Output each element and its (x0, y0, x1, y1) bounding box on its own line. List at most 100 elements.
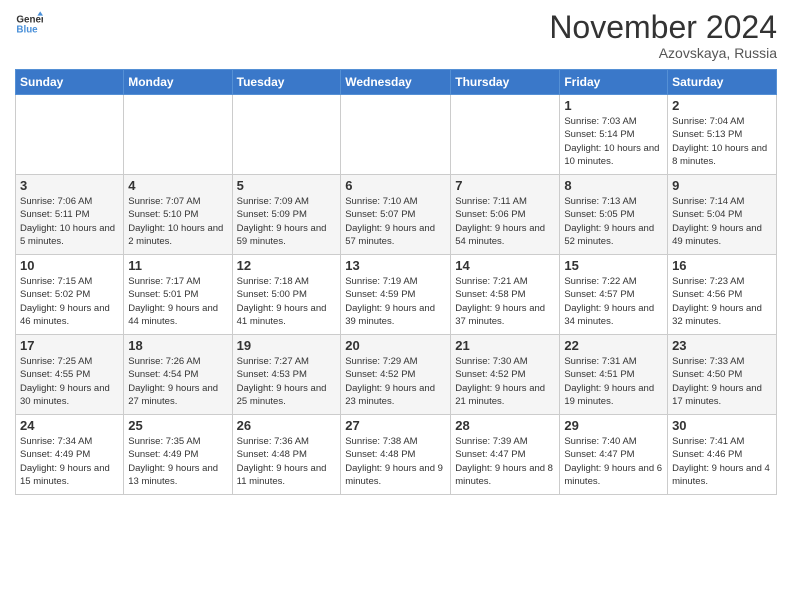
day-cell: 24 Sunrise: 7:34 AM Sunset: 4:49 PM Dayli… (16, 415, 124, 495)
week-row-3: 17 Sunrise: 7:25 AM Sunset: 4:55 PM Dayli… (16, 335, 777, 415)
day-cell: 20Sunrise: 7:29 AM Sunset: 4:52 PM Dayli… (341, 335, 451, 415)
day-number: 12 (237, 258, 337, 273)
day-cell (451, 95, 560, 175)
day-cell: 11Sunrise: 7:17 AM Sunset: 5:01 PM Dayli… (124, 255, 232, 335)
day-cell: 2 Sunrise: 7:04 AM Sunset: 5:13 PM Daylig… (668, 95, 777, 175)
day-cell: 26 Sunrise: 7:36 AM Sunset: 4:48 PM Dayli… (232, 415, 341, 495)
day-cell: 8 Sunrise: 7:13 AM Sunset: 5:05 PM Daylig… (560, 175, 668, 255)
day-cell: 6 Sunrise: 7:10 AM Sunset: 5:07 PM Daylig… (341, 175, 451, 255)
day-info: Sunrise: 7:35 AM Sunset: 4:49 PM Dayligh… (128, 435, 227, 488)
day-cell: 4 Sunrise: 7:07 AM Sunset: 5:10 PM Daylig… (124, 175, 232, 255)
day-cell: 21 Sunrise: 7:30 AM Sunset: 4:52 PM Dayli… (451, 335, 560, 415)
day-number: 21 (455, 338, 555, 353)
day-info: Sunrise: 7:07 AM Sunset: 5:10 PM Dayligh… (128, 195, 227, 248)
day-info: Sunrise: 7:14 AM Sunset: 5:04 PM Dayligh… (672, 195, 772, 248)
day-number: 26 (237, 418, 337, 433)
day-info: Sunrise: 7:13 AM Sunset: 5:05 PM Dayligh… (564, 195, 663, 248)
day-cell: 19 Sunrise: 7:27 AM Sunset: 4:53 PM Dayli… (232, 335, 341, 415)
svg-text:Blue: Blue (16, 24, 38, 35)
day-number: 16 (672, 258, 772, 273)
title-area: November 2024 Azovskaya, Russia (549, 10, 777, 61)
day-cell (16, 95, 124, 175)
day-info: Sunrise: 7:23 AM Sunset: 4:56 PM Dayligh… (672, 275, 772, 328)
day-info: Sunrise: 7:26 AM Sunset: 4:54 PM Dayligh… (128, 355, 227, 408)
day-number: 8 (564, 178, 663, 193)
day-cell: 16 Sunrise: 7:23 AM Sunset: 4:56 PM Dayli… (668, 255, 777, 335)
day-number: 7 (455, 178, 555, 193)
day-number: 2 (672, 98, 772, 113)
day-number: 18 (128, 338, 227, 353)
day-number: 14 (455, 258, 555, 273)
day-info: Sunrise: 7:10 AM Sunset: 5:07 PM Dayligh… (345, 195, 446, 248)
day-info: Sunrise: 7:03 AM Sunset: 5:14 PM Dayligh… (564, 115, 663, 168)
day-number: 3 (20, 178, 119, 193)
day-cell: 12 Sunrise: 7:18 AM Sunset: 5:00 PM Dayli… (232, 255, 341, 335)
day-number: 23 (672, 338, 772, 353)
week-row-4: 24 Sunrise: 7:34 AM Sunset: 4:49 PM Dayli… (16, 415, 777, 495)
col-thursday: Thursday (451, 70, 560, 95)
day-info: Sunrise: 7:38 AM Sunset: 4:48 PM Dayligh… (345, 435, 446, 488)
day-cell: 28 Sunrise: 7:39 AM Sunset: 4:47 PM Dayli… (451, 415, 560, 495)
day-info: Sunrise: 7:40 AM Sunset: 4:47 PM Dayligh… (564, 435, 663, 488)
day-info: Sunrise: 7:27 AM Sunset: 4:53 PM Dayligh… (237, 355, 337, 408)
day-info: Sunrise: 7:30 AM Sunset: 4:52 PM Dayligh… (455, 355, 555, 408)
day-info: Sunrise: 7:33 AM Sunset: 4:50 PM Dayligh… (672, 355, 772, 408)
col-monday: Monday (124, 70, 232, 95)
day-number: 24 (20, 418, 119, 433)
day-number: 28 (455, 418, 555, 433)
day-cell: 9 Sunrise: 7:14 AM Sunset: 5:04 PM Daylig… (668, 175, 777, 255)
day-cell: 23 Sunrise: 7:33 AM Sunset: 4:50 PM Dayli… (668, 335, 777, 415)
day-number: 4 (128, 178, 227, 193)
day-number: 30 (672, 418, 772, 433)
day-number: 19 (237, 338, 337, 353)
day-cell: 13Sunrise: 7:19 AM Sunset: 4:59 PM Dayli… (341, 255, 451, 335)
day-number: 9 (672, 178, 772, 193)
day-number: 29 (564, 418, 663, 433)
day-info: Sunrise: 7:15 AM Sunset: 5:02 PM Dayligh… (20, 275, 119, 328)
day-info: Sunrise: 7:04 AM Sunset: 5:13 PM Dayligh… (672, 115, 772, 168)
calendar-body: 1Sunrise: 7:03 AM Sunset: 5:14 PM Daylig… (16, 95, 777, 495)
day-cell: 27Sunrise: 7:38 AM Sunset: 4:48 PM Dayli… (341, 415, 451, 495)
col-saturday: Saturday (668, 70, 777, 95)
day-cell: 3 Sunrise: 7:06 AM Sunset: 5:11 PM Daylig… (16, 175, 124, 255)
day-number: 20 (345, 338, 446, 353)
day-number: 17 (20, 338, 119, 353)
day-cell: 15Sunrise: 7:22 AM Sunset: 4:57 PM Dayli… (560, 255, 668, 335)
page-container: General Blue November 2024 Azovskaya, Ru… (0, 0, 792, 500)
day-cell: 18 Sunrise: 7:26 AM Sunset: 4:54 PM Dayli… (124, 335, 232, 415)
day-info: Sunrise: 7:11 AM Sunset: 5:06 PM Dayligh… (455, 195, 555, 248)
day-number: 22 (564, 338, 663, 353)
day-info: Sunrise: 7:22 AM Sunset: 4:57 PM Dayligh… (564, 275, 663, 328)
col-tuesday: Tuesday (232, 70, 341, 95)
day-info: Sunrise: 7:19 AM Sunset: 4:59 PM Dayligh… (345, 275, 446, 328)
calendar-table: Sunday Monday Tuesday Wednesday Thursday… (15, 69, 777, 495)
day-cell (124, 95, 232, 175)
day-cell (341, 95, 451, 175)
day-info: Sunrise: 7:34 AM Sunset: 4:49 PM Dayligh… (20, 435, 119, 488)
day-info: Sunrise: 7:25 AM Sunset: 4:55 PM Dayligh… (20, 355, 119, 408)
day-number: 5 (237, 178, 337, 193)
day-cell: 7 Sunrise: 7:11 AM Sunset: 5:06 PM Daylig… (451, 175, 560, 255)
day-cell: 17 Sunrise: 7:25 AM Sunset: 4:55 PM Dayli… (16, 335, 124, 415)
day-info: Sunrise: 7:09 AM Sunset: 5:09 PM Dayligh… (237, 195, 337, 248)
day-cell: 22Sunrise: 7:31 AM Sunset: 4:51 PM Dayli… (560, 335, 668, 415)
day-info: Sunrise: 7:39 AM Sunset: 4:47 PM Dayligh… (455, 435, 555, 488)
header: General Blue November 2024 Azovskaya, Ru… (15, 10, 777, 61)
day-info: Sunrise: 7:18 AM Sunset: 5:00 PM Dayligh… (237, 275, 337, 328)
day-cell (232, 95, 341, 175)
day-info: Sunrise: 7:36 AM Sunset: 4:48 PM Dayligh… (237, 435, 337, 488)
day-info: Sunrise: 7:41 AM Sunset: 4:46 PM Dayligh… (672, 435, 772, 488)
logo-icon: General Blue (15, 10, 43, 38)
day-cell: 14 Sunrise: 7:21 AM Sunset: 4:58 PM Dayli… (451, 255, 560, 335)
col-wednesday: Wednesday (341, 70, 451, 95)
location: Azovskaya, Russia (549, 45, 777, 61)
day-number: 6 (345, 178, 446, 193)
day-cell: 1Sunrise: 7:03 AM Sunset: 5:14 PM Daylig… (560, 95, 668, 175)
day-cell: 5 Sunrise: 7:09 AM Sunset: 5:09 PM Daylig… (232, 175, 341, 255)
day-number: 10 (20, 258, 119, 273)
col-sunday: Sunday (16, 70, 124, 95)
day-info: Sunrise: 7:21 AM Sunset: 4:58 PM Dayligh… (455, 275, 555, 328)
week-row-1: 3 Sunrise: 7:06 AM Sunset: 5:11 PM Daylig… (16, 175, 777, 255)
day-info: Sunrise: 7:06 AM Sunset: 5:11 PM Dayligh… (20, 195, 119, 248)
day-cell: 25Sunrise: 7:35 AM Sunset: 4:49 PM Dayli… (124, 415, 232, 495)
